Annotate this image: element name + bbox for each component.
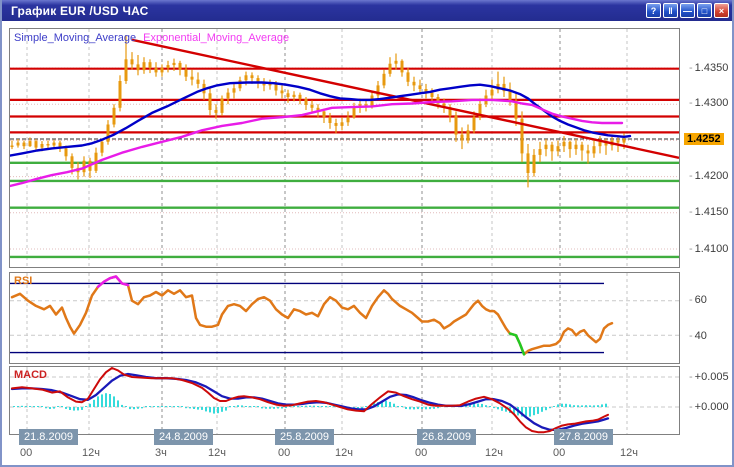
- time-label: 12ч: [485, 447, 503, 459]
- indicator-legend: Simple_Moving_Average Exponential_Moving…: [14, 32, 289, 44]
- date-label: 25.8.2009: [275, 429, 334, 445]
- macd-canvas[interactable]: [10, 367, 679, 434]
- price-axis-label: 1.4350: [689, 62, 728, 74]
- current-price-tag: 1.4252: [684, 133, 724, 145]
- legend-ema-label: Exponential_Moving_Average: [143, 32, 289, 44]
- time-label: 12ч: [82, 447, 100, 459]
- macd-axis-label: +0.005: [689, 371, 729, 383]
- rsi-axis-label: 60: [689, 294, 707, 306]
- close-button[interactable]: ×: [714, 3, 729, 18]
- time-label: 00: [20, 447, 32, 459]
- price-axis-label: 1.4150: [689, 206, 728, 218]
- price-chart-canvas[interactable]: [10, 29, 679, 267]
- time-label: 00: [278, 447, 290, 459]
- time-label: 12ч: [620, 447, 638, 459]
- rsi-panel[interactable]: RSI: [9, 272, 680, 364]
- time-label: 12ч: [208, 447, 226, 459]
- price-chart-panel[interactable]: Simple_Moving_Average Exponential_Moving…: [9, 28, 680, 268]
- time-label: 3ч: [155, 447, 167, 459]
- date-label: 27.8.2009: [554, 429, 613, 445]
- macd-panel-label: MACD: [14, 369, 47, 381]
- window-title: График EUR /USD ЧАС: [11, 4, 149, 18]
- time-label: 12ч: [335, 447, 353, 459]
- help-button[interactable]: ?: [646, 3, 661, 18]
- rsi-axis-label: 40: [689, 330, 707, 342]
- pause-button[interactable]: ‖: [663, 3, 678, 18]
- time-label: 00: [415, 447, 427, 459]
- date-label: 24.8.2009: [154, 429, 213, 445]
- legend-sma-label: Simple_Moving_Average: [14, 32, 136, 44]
- title-bar[interactable]: График EUR /USD ЧАС ? ‖ — □ ×: [2, 0, 732, 21]
- minimize-button[interactable]: —: [680, 3, 695, 18]
- price-axis-label: 1.4300: [689, 97, 728, 109]
- window-controls: ? ‖ — □ ×: [646, 3, 729, 18]
- price-axis-label: 1.4200: [689, 170, 728, 182]
- rsi-canvas[interactable]: [10, 273, 679, 363]
- rsi-panel-label: RSI: [14, 275, 32, 287]
- date-label: 21.8.2009: [19, 429, 78, 445]
- date-label: 26.8.2009: [417, 429, 476, 445]
- chart-window: График EUR /USD ЧАС ? ‖ — □ × Simple_Mov…: [0, 0, 734, 467]
- price-axis-label: 1.4100: [689, 243, 728, 255]
- time-label: 00: [553, 447, 565, 459]
- maximize-button[interactable]: □: [697, 3, 712, 18]
- macd-panel[interactable]: MACD: [9, 366, 680, 435]
- macd-axis-label: +0.000: [689, 401, 729, 413]
